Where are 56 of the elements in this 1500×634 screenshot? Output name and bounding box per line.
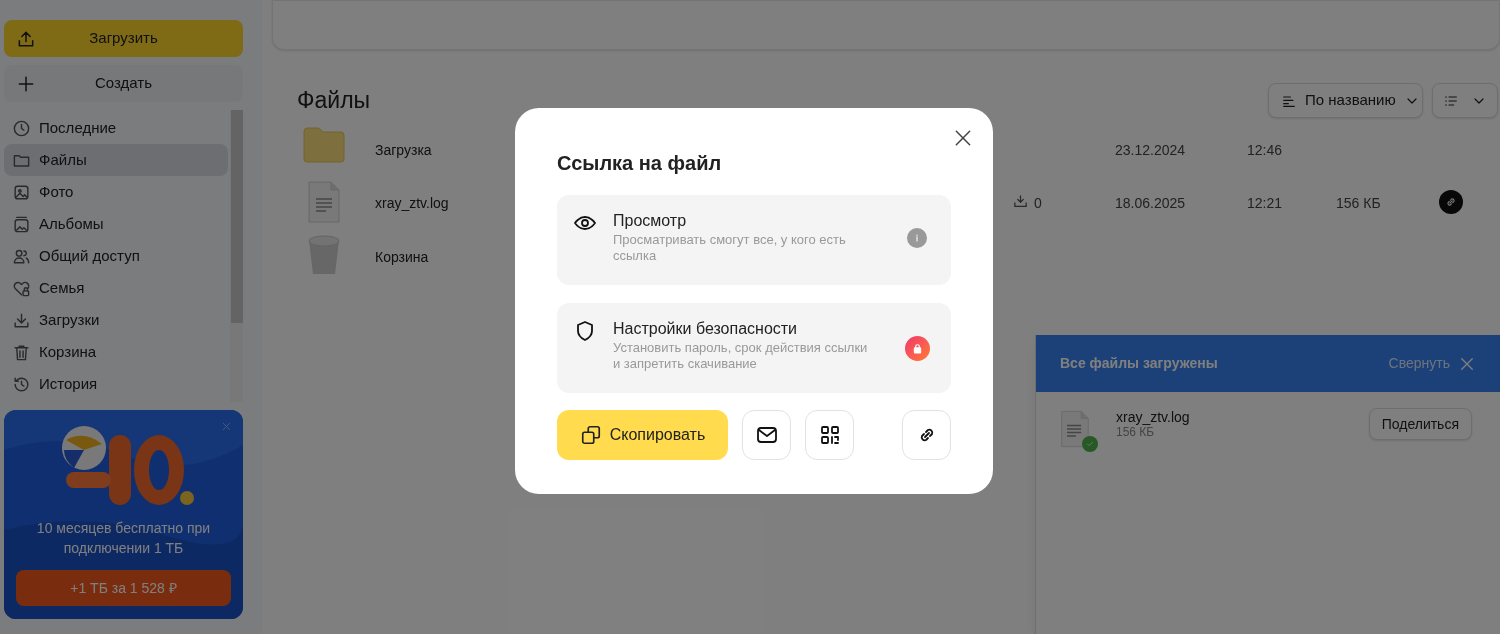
file-name[interactable]: Корзина (375, 247, 429, 268)
upload-button[interactable]: Загрузить (4, 20, 243, 57)
option-description: Установить пароль, срок действия ссылки и запретить скачивание (613, 340, 869, 372)
lock-icon (905, 336, 930, 361)
sidebar-item[interactable]: Альбомы (4, 208, 228, 240)
mail-button[interactable] (742, 410, 791, 460)
info-icon (907, 228, 927, 248)
sidebar-item[interactable]: Семья (4, 272, 228, 304)
file-size: 156 КБ (1336, 194, 1381, 213)
image-icon (12, 182, 31, 202)
sidebar-item[interactable]: Корзина (4, 336, 228, 368)
sidebar-item[interactable]: Загрузки (4, 304, 228, 336)
document-icon (307, 180, 341, 224)
file-time: 12:21 (1247, 194, 1283, 213)
buy-button[interactable]: +1 ТБ за 1 528 ₽ (16, 570, 231, 606)
copy-button[interactable]: Скопировать (557, 410, 728, 460)
panel-title: Все файлы загружены (1060, 354, 1219, 373)
download-count: 0 (1034, 194, 1042, 213)
file-name[interactable]: Загрузка (375, 140, 432, 161)
trash-icon (12, 342, 31, 362)
sidebar-item[interactable]: Фото (4, 176, 228, 208)
file-size: 156 КБ (1116, 425, 1156, 439)
sidebar-item[interactable]: История (4, 368, 228, 400)
sidebar-item[interactable]: Последние (4, 112, 228, 144)
clock-icon (12, 118, 31, 138)
close-button[interactable] (953, 128, 973, 148)
option-title: Настройки безопасности (613, 319, 799, 339)
document-icon (1060, 408, 1090, 450)
download-icon (1012, 193, 1029, 210)
copy-icon (579, 424, 602, 446)
history-icon (12, 374, 31, 394)
sidebar-item[interactable]: Общий доступ (4, 240, 228, 272)
file-name[interactable]: xray_ztv.log (375, 193, 449, 214)
trash-bin-icon (307, 234, 341, 276)
file-name: xray_ztv.log (1116, 409, 1191, 425)
create-button[interactable]: Создать (4, 65, 243, 102)
link-button[interactable] (902, 410, 951, 460)
scrollbar[interactable] (230, 110, 243, 402)
album-icon (12, 214, 31, 234)
option-title: Просмотр (613, 211, 688, 231)
option-card[interactable]: Просмотр Просматривать смогут все, у кого есть ссылка (557, 195, 951, 285)
option-card[interactable]: Настройки безопасности Установить пароль, срок действия ссылки и запретить скачивание (557, 303, 951, 393)
qr-code-button[interactable] (805, 410, 854, 460)
dialog-title: Ссылка на файл (557, 151, 723, 176)
option-description: Просматривать смогут все, у кого есть ссылка (613, 232, 847, 264)
file-time: 12:46 (1247, 141, 1283, 160)
sidebar-item[interactable]: Файлы (4, 144, 228, 176)
promo-text: 10 месяцев бесплатно при подключении 1 ТБ (35, 519, 212, 558)
close-icon (220, 420, 233, 433)
file-date: 23.12.2024 (1115, 141, 1186, 160)
page-title: Файлы (297, 86, 371, 115)
file-date: 18.06.2025 (1115, 194, 1186, 213)
share-button[interactable]: Поделиться (1368, 408, 1472, 440)
folder-icon (302, 127, 346, 163)
download-icon (12, 310, 31, 330)
sort-button[interactable]: По названию (1268, 83, 1423, 118)
